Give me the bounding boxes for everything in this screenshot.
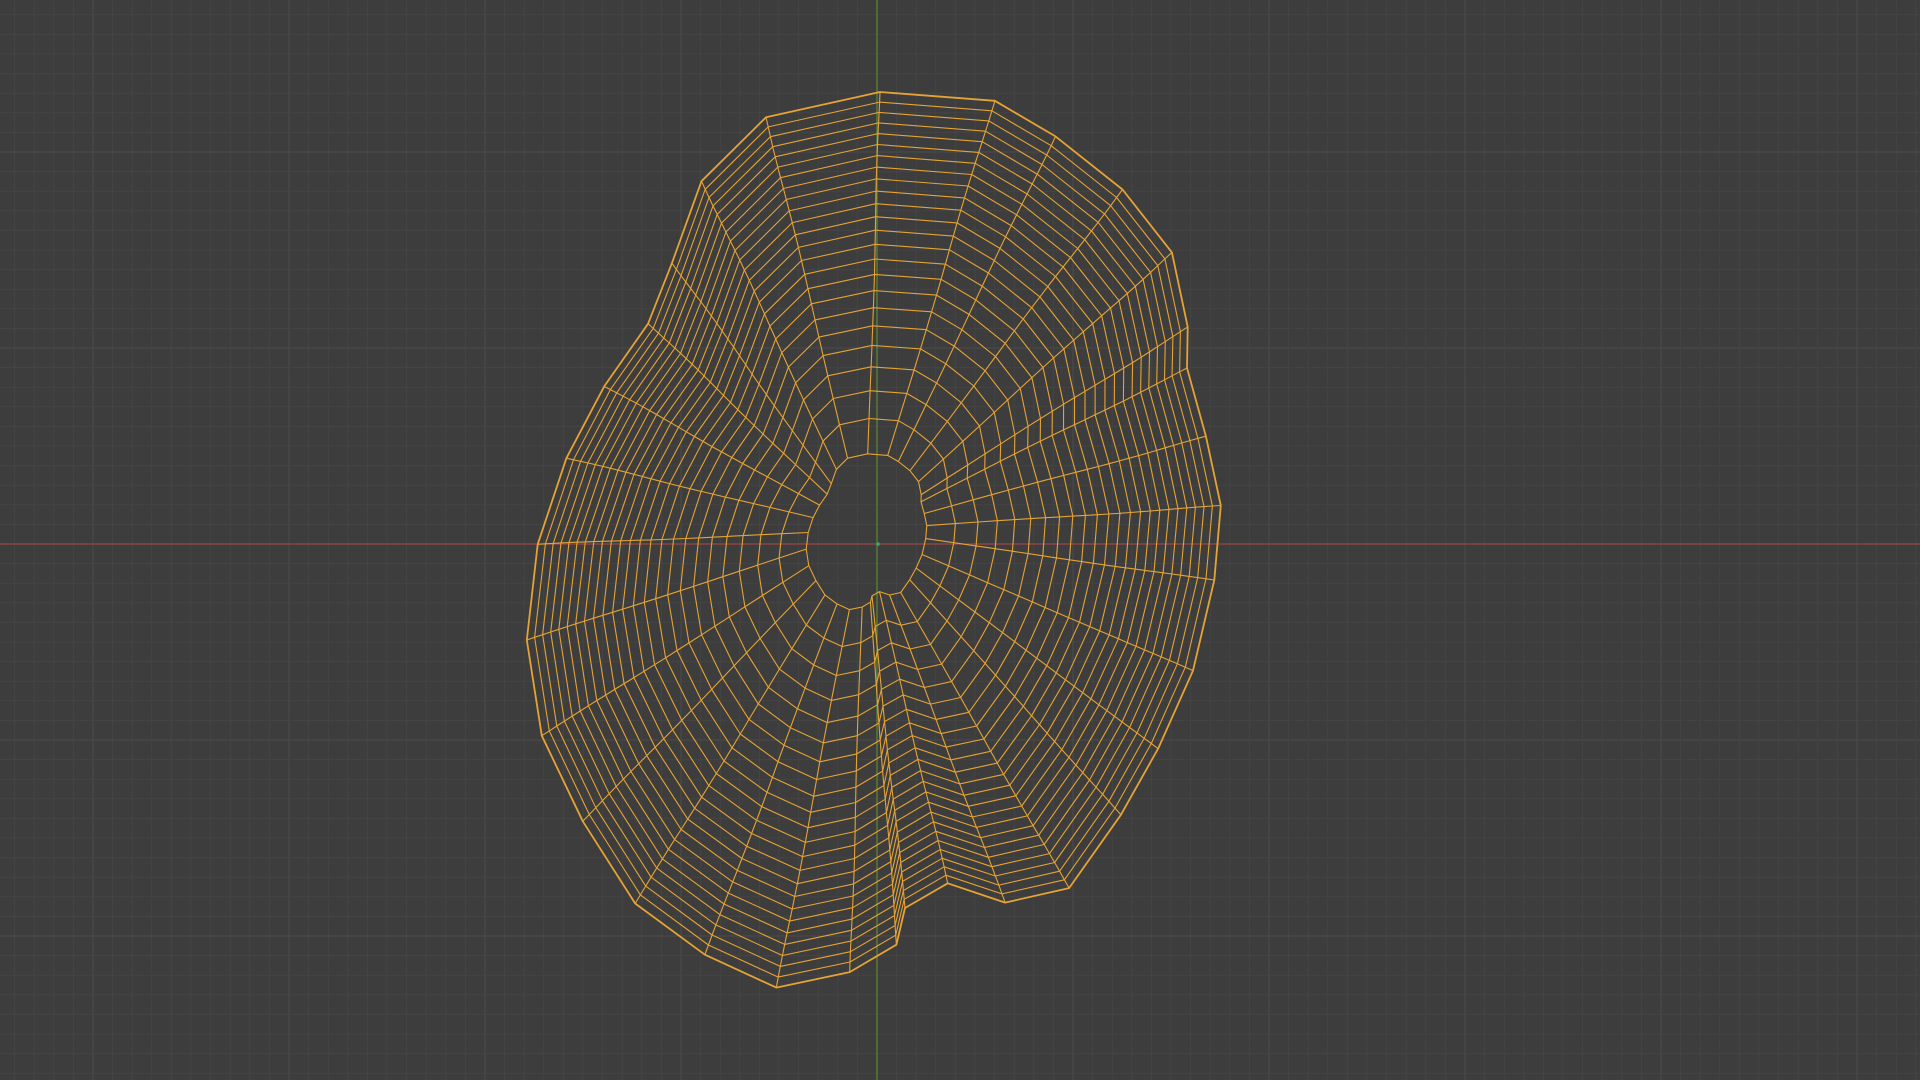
mesh-edge-loop	[805, 453, 928, 611]
mesh-edge-loop	[612, 203, 1131, 871]
mesh-edge	[909, 189, 1123, 472]
mesh-edge	[869, 602, 897, 945]
mesh-edge-loop	[707, 325, 1032, 744]
mesh-edge	[887, 100, 996, 456]
mesh-edge-loop	[602, 190, 1142, 885]
mesh-edge-loop	[534, 101, 1213, 978]
mesh-edge	[924, 435, 1207, 515]
viewport-canvas[interactable]	[0, 0, 1920, 1080]
mesh-edge-loop	[632, 229, 1110, 843]
wireframe-mesh[interactable]	[525, 91, 1222, 989]
3d-viewport[interactable]	[0, 0, 1920, 1080]
mesh-edge-loop	[679, 290, 1061, 781]
mesh-edge	[920, 367, 1188, 503]
mesh-edge-loop	[622, 216, 1121, 858]
mesh-edge	[889, 594, 1006, 903]
mesh-edge-loop	[693, 307, 1047, 763]
object-origin-icon	[876, 542, 880, 546]
mesh-edge	[541, 565, 810, 737]
mesh-edge	[897, 136, 1056, 462]
mesh-edge	[918, 251, 1173, 483]
mesh-edge-loop	[583, 166, 1161, 910]
